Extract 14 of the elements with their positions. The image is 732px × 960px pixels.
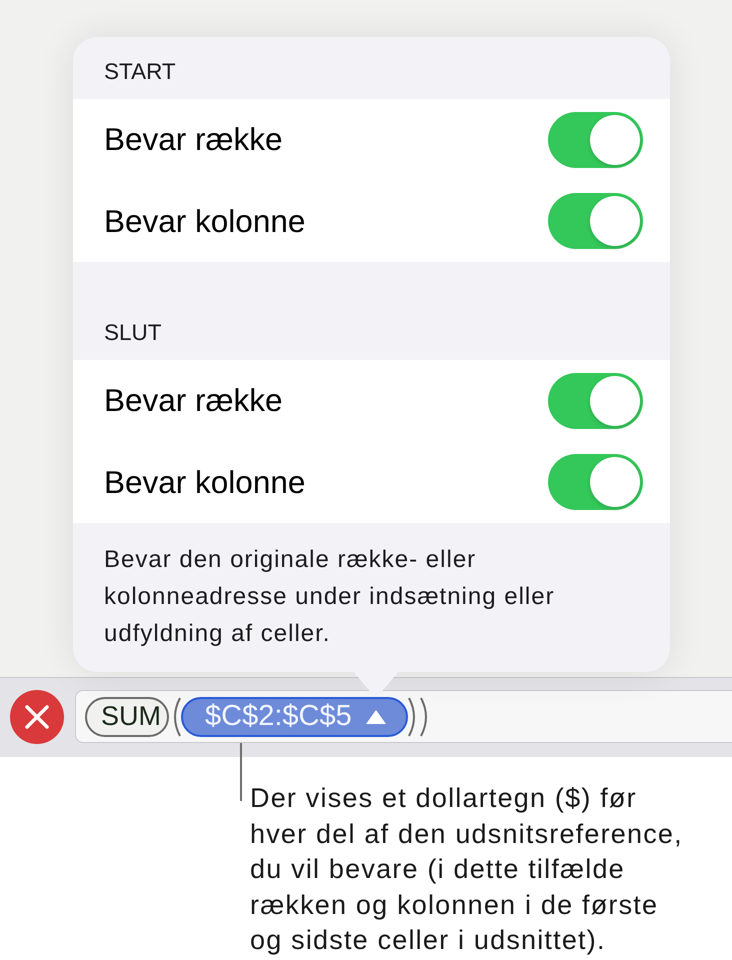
close-icon: [25, 705, 49, 729]
function-token[interactable]: SUM: [85, 696, 169, 736]
close-button[interactable]: [10, 690, 64, 744]
setting-label: Bevar række: [104, 121, 283, 158]
setting-label: Bevar række: [104, 382, 283, 420]
section-header: START: [103, 58, 177, 86]
triangle-up-icon: [366, 710, 386, 724]
setting-label: Bevar kolonne: [104, 464, 306, 501]
section-header: SLUT: [103, 319, 163, 347]
footer-note: Bevar den originale række- eller kolonneadresse under indsætning eller udfyldning af celler.: [103, 545, 556, 649]
callout-text: Der vises et dollartegn ($) før hver del af den udsnitsreference, du vil bevare (i dette tilfælde rækken og kolonnen i de første og sidste celler i udsnittet).: [250, 782, 684, 957]
setting-label: Bevar kolonne: [104, 202, 306, 240]
formula-field[interactable]: SUM $C$2:$C$5: [75, 690, 732, 743]
leader-line: [240, 743, 242, 801]
